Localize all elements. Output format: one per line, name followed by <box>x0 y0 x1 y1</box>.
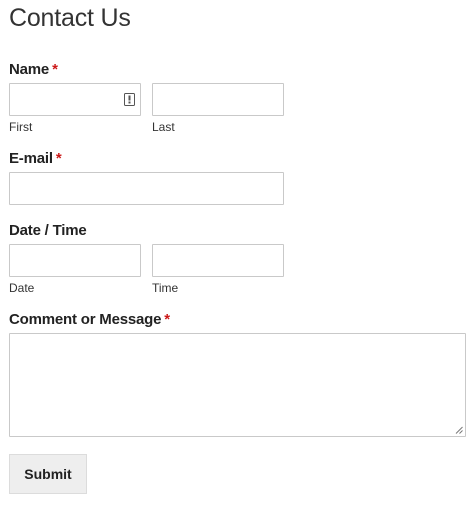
contact-card-icon[interactable] <box>124 93 135 106</box>
email-field[interactable] <box>9 172 284 205</box>
message-label: Comment or Message * <box>9 311 170 328</box>
email-label-text: E-mail <box>9 150 53 167</box>
first-name-field[interactable] <box>9 83 141 116</box>
time-sublabel: Time <box>152 281 179 295</box>
required-marker: * <box>55 150 62 167</box>
datetime-label: Date / Time <box>9 222 87 239</box>
message-textarea[interactable] <box>9 333 466 437</box>
datetime-label-text: Date / Time <box>9 222 87 239</box>
date-field[interactable] <box>9 244 141 277</box>
last-sublabel: Last <box>152 120 175 134</box>
form-title: Contact Us <box>9 4 131 32</box>
name-label: Name * <box>9 61 58 78</box>
last-name-field[interactable] <box>152 83 284 116</box>
email-label: E-mail * <box>9 150 62 167</box>
submit-button[interactable]: Submit <box>9 454 87 494</box>
required-marker: * <box>52 61 58 78</box>
resize-grip-icon[interactable] <box>455 426 463 434</box>
message-label-text: Comment or Message <box>9 311 162 328</box>
date-sublabel: Date <box>9 281 35 295</box>
required-marker: * <box>164 311 170 328</box>
first-sublabel: First <box>9 120 33 134</box>
time-field[interactable] <box>152 244 284 277</box>
name-label-text: Name <box>9 61 50 78</box>
